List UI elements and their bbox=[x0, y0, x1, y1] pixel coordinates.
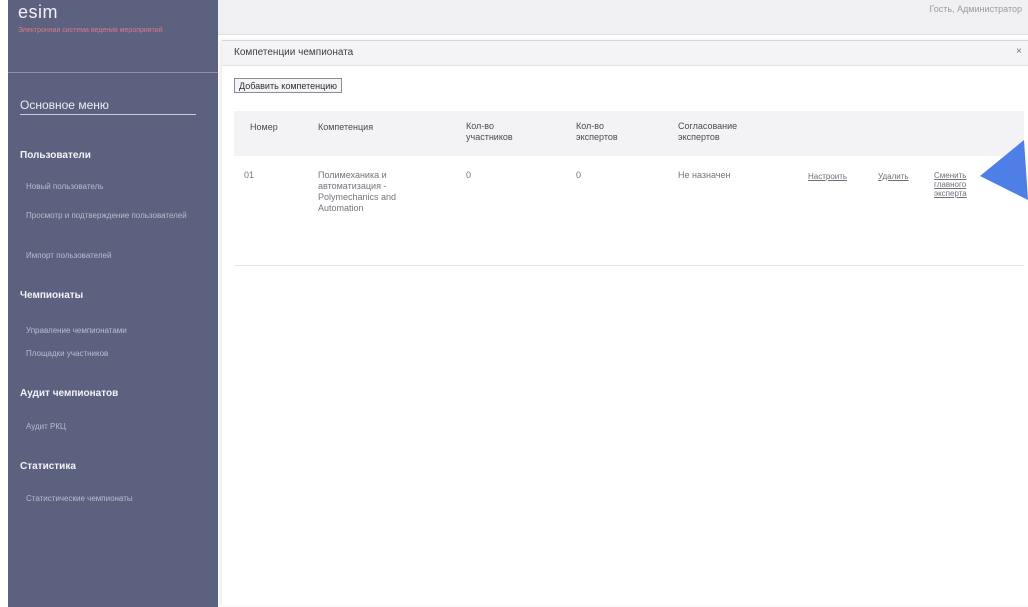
competences-table: Номер Компетенция Кол-во участников Кол-… bbox=[234, 111, 1024, 267]
row-experts: 0 bbox=[576, 170, 582, 180]
column-header-number: Номер bbox=[250, 122, 278, 132]
column-header-competence: Компетенция bbox=[318, 122, 374, 132]
column-header-expert-approval: Согласование экспертов bbox=[678, 121, 738, 142]
dialog-header: Компетенции чемпионата × bbox=[222, 41, 1028, 66]
brand-logo[interactable]: esim bbox=[18, 2, 58, 23]
row-competence: Полимеханика и автоматизация - Polymecha… bbox=[318, 170, 397, 213]
sidebar-item-new-user[interactable]: Новый пользователь bbox=[26, 182, 214, 192]
column-header-experts: Кол-во экспертов bbox=[576, 121, 618, 142]
configure-link[interactable]: Настроить bbox=[808, 172, 847, 181]
sidebar: esim Электронная система ведения меропри… bbox=[8, 0, 218, 607]
main-menu-underline bbox=[20, 114, 196, 115]
sidebar-item-import-users[interactable]: Импорт пользователей bbox=[26, 251, 214, 261]
sidebar-item-participant-venues[interactable]: Площадки участников bbox=[26, 349, 214, 359]
row-divider bbox=[234, 265, 1024, 266]
change-chief-expert-link[interactable]: Сменить главного эксперта bbox=[934, 171, 980, 198]
delete-link[interactable]: Удалить bbox=[878, 172, 909, 181]
table-header: Номер Компетенция Кол-во участников Кол-… bbox=[234, 111, 1024, 156]
sidebar-item-audit-rkc[interactable]: Аудит РКЦ bbox=[26, 422, 214, 432]
row-participants: 0 bbox=[466, 170, 472, 180]
sidebar-section-users: Пользователи bbox=[20, 150, 91, 161]
top-bar: Гость, Администратор bbox=[218, 0, 1028, 35]
competences-dialog: Компетенции чемпионата × Добавить компет… bbox=[222, 40, 1028, 606]
sidebar-divider bbox=[8, 72, 218, 73]
sidebar-item-statistics[interactable]: Статистические чемпионаты bbox=[26, 494, 214, 504]
sidebar-section-audit: Аудит чемпионатов bbox=[20, 388, 119, 399]
sidebar-item-view-users[interactable]: Просмотр и подтверждение пользователей bbox=[26, 211, 214, 221]
sidebar-section-championships: Чемпионаты bbox=[20, 290, 84, 301]
column-header-participants: Кол-во участников bbox=[466, 121, 513, 142]
brand-subtitle: Электронная система ведения мероприятий bbox=[18, 27, 163, 34]
user-label[interactable]: Гость, Администратор bbox=[929, 4, 1022, 14]
row-number: 01 bbox=[244, 170, 255, 180]
add-competence-button[interactable]: Добавить компетенцию bbox=[234, 78, 343, 93]
dialog-title: Компетенции чемпионата bbox=[234, 47, 354, 58]
sidebar-item-manage-championships[interactable]: Управление чемпионатами bbox=[26, 326, 214, 336]
sidebar-section-statistics: Статистика bbox=[20, 461, 76, 472]
row-approval-status: Не назначен bbox=[678, 170, 731, 180]
pointer-cursor-icon bbox=[980, 140, 1028, 200]
app-window: esim Электронная система ведения меропри… bbox=[0, 0, 1028, 607]
close-icon[interactable]: × bbox=[1016, 46, 1022, 57]
